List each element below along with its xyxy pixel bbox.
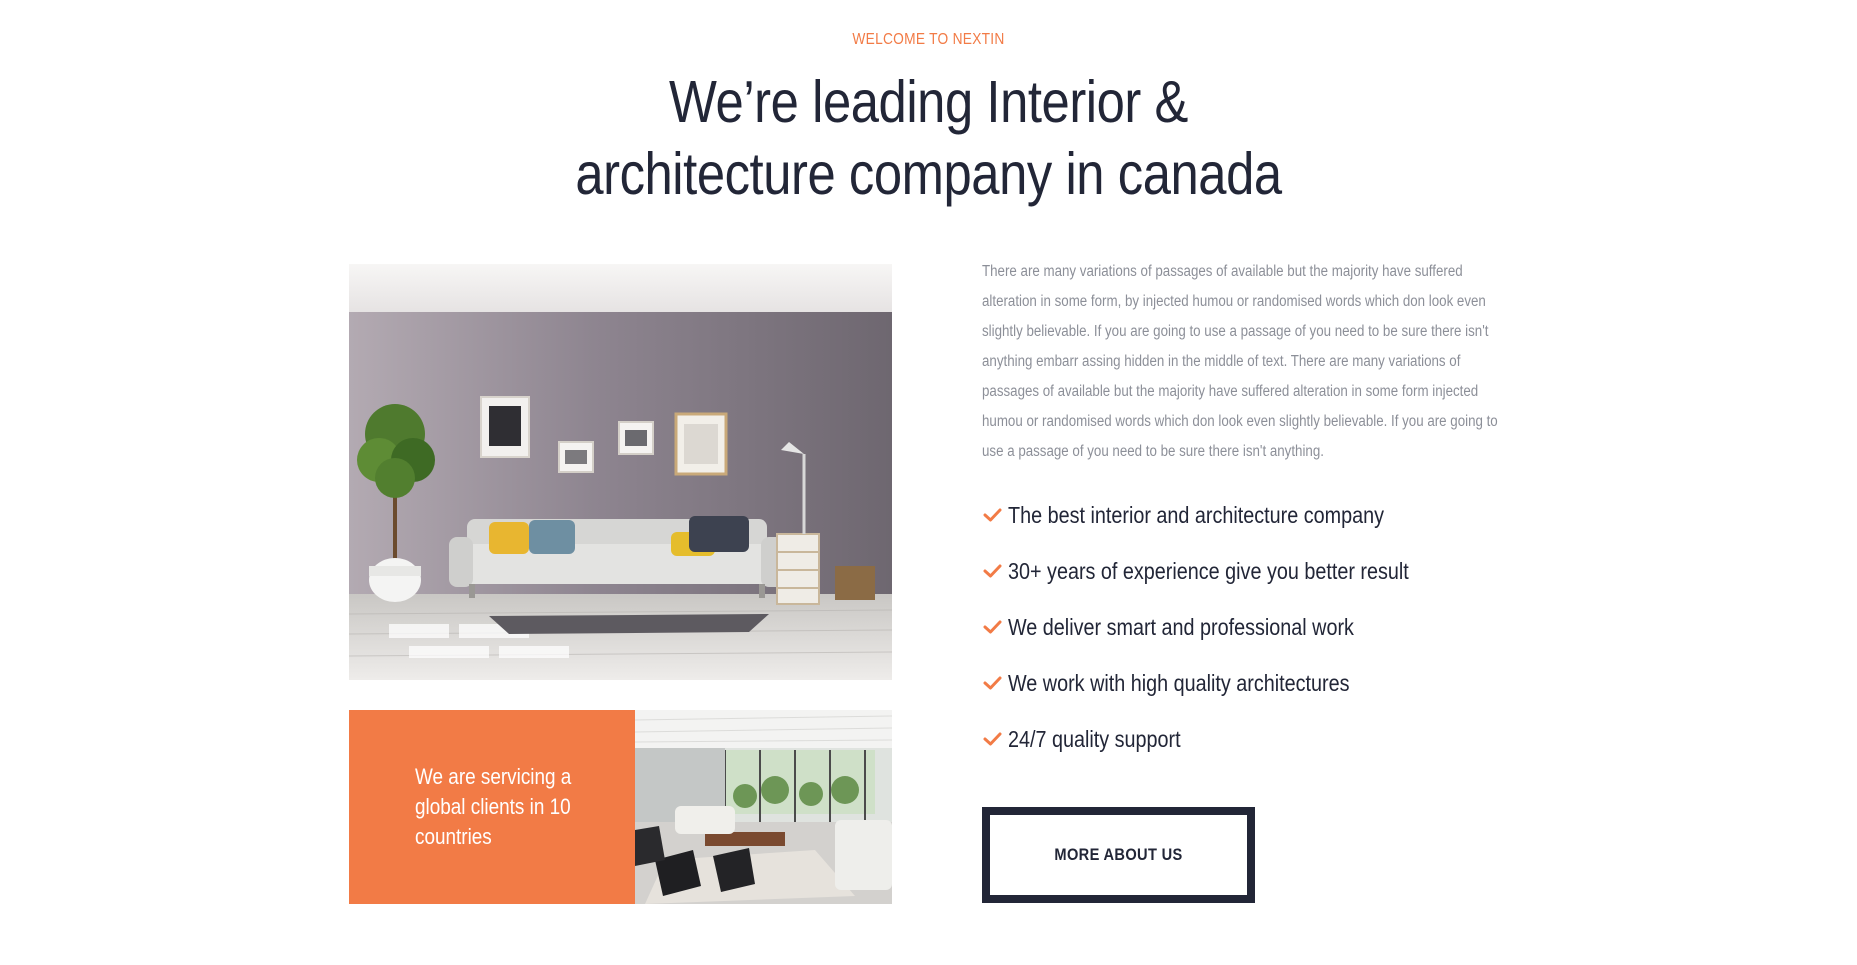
promo-text: We are servicing a global clients in 10 … xyxy=(415,764,572,849)
feature-label: We deliver smart and professional work xyxy=(1008,613,1354,640)
section-title-line-2: architecture company in canada xyxy=(575,141,1282,207)
living-room-image xyxy=(349,264,892,680)
more-about-us-button[interactable]: MORE ABOUT US xyxy=(982,807,1255,903)
feature-label: We work with high quality architectures xyxy=(1008,669,1350,696)
lounge-image xyxy=(635,710,892,904)
promo-box: We are servicing a global clients in 10 … xyxy=(349,710,635,904)
feature-item: 30+ years of experience give you better … xyxy=(982,543,1474,599)
check-icon xyxy=(983,508,1002,522)
feature-item: We work with high quality architectures xyxy=(982,655,1474,711)
intro-paragraph: There are many variations of passages of… xyxy=(982,263,1498,460)
check-icon xyxy=(983,564,1002,578)
feature-list: The best interior and architecture compa… xyxy=(982,487,1474,767)
more-about-us-label: MORE ABOUT US xyxy=(1054,845,1183,864)
section-title: We’re leading Interior & architecture co… xyxy=(130,66,1727,210)
feature-item: The best interior and architecture compa… xyxy=(982,487,1474,543)
check-icon xyxy=(983,676,1002,690)
feature-item: We deliver smart and professional work xyxy=(982,599,1474,655)
section-title-line-1: We’re leading Interior & xyxy=(669,69,1188,135)
feature-label: 30+ years of experience give you better … xyxy=(1008,557,1409,584)
feature-label: 24/7 quality support xyxy=(1008,725,1181,752)
check-icon xyxy=(983,620,1002,634)
about-section: WELCOME TO NEXTIN We’re leading Interior… xyxy=(0,0,1857,965)
check-icon xyxy=(983,732,1002,746)
feature-item: 24/7 quality support xyxy=(982,711,1474,767)
about-content: There are many variations of passages of… xyxy=(982,257,1522,903)
feature-label: The best interior and architecture compa… xyxy=(1008,501,1385,528)
section-eyebrow: WELCOME TO NEXTIN xyxy=(852,31,1005,48)
